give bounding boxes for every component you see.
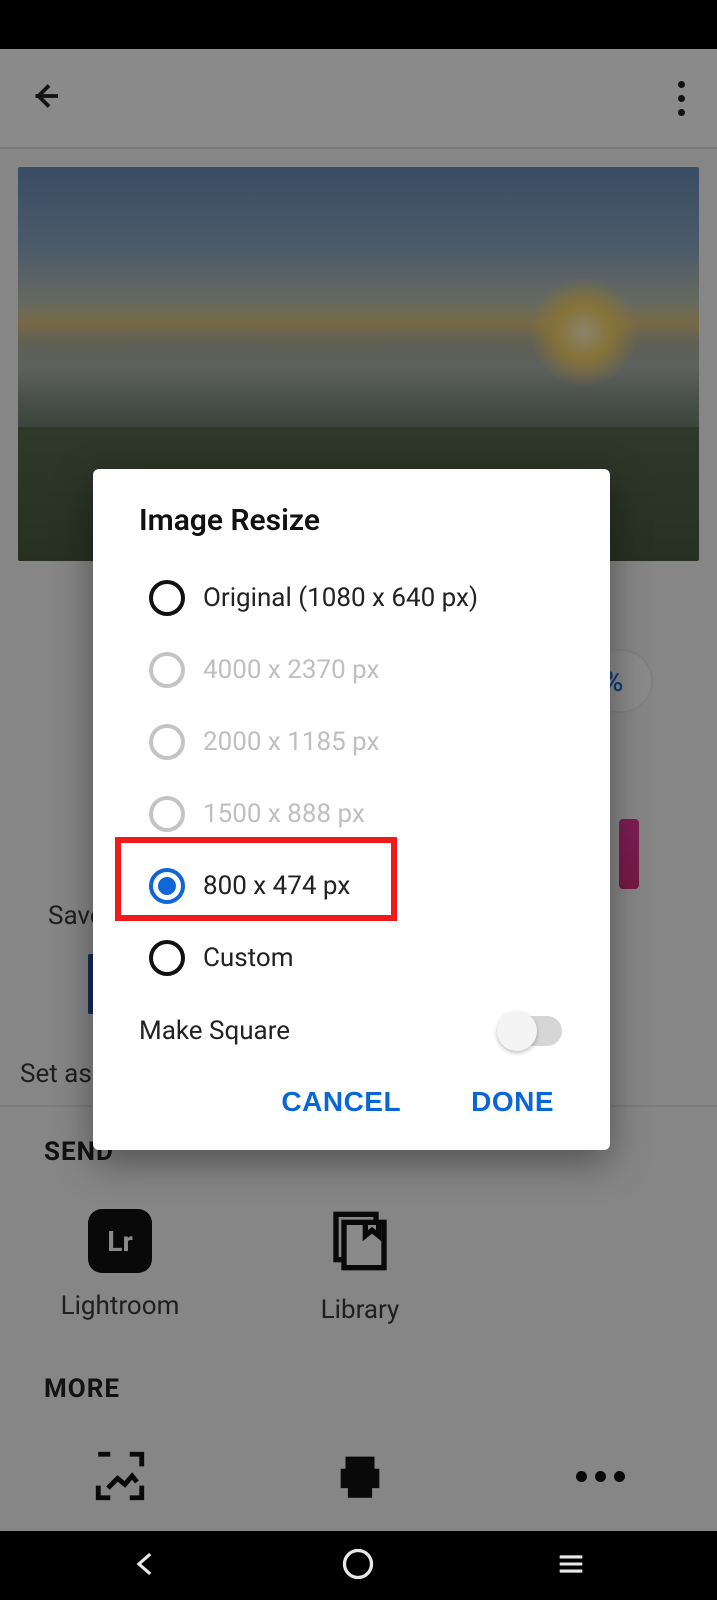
radio-disabled-icon — [149, 724, 185, 760]
radio-disabled-icon — [149, 652, 185, 688]
resize-option-4000: 4000 x 2370 px — [93, 634, 610, 706]
app-surface: % Save Set as p SEND Lr Lightroom Librar… — [0, 49, 717, 1531]
nav-back-icon[interactable] — [129, 1547, 163, 1585]
option-label: 1500 x 888 px — [203, 799, 365, 829]
resize-option-800[interactable]: 800 x 474 px — [93, 850, 610, 922]
option-label: Original (1080 x 640 px) — [203, 583, 478, 613]
radio-unchecked-icon — [149, 940, 185, 976]
make-square-row: Make Square — [93, 994, 610, 1056]
resize-option-custom[interactable]: Custom — [93, 922, 610, 994]
nav-recents-icon[interactable] — [554, 1547, 588, 1585]
resize-option-1500: 1500 x 888 px — [93, 778, 610, 850]
nav-home-icon[interactable] — [340, 1546, 376, 1586]
option-label: 800 x 474 px — [203, 871, 350, 901]
cancel-button[interactable]: CANCEL — [281, 1086, 401, 1118]
option-label: Custom — [203, 943, 294, 973]
resize-option-original[interactable]: Original (1080 x 640 px) — [93, 562, 610, 634]
option-label: 4000 x 2370 px — [203, 655, 379, 685]
resize-option-2000: 2000 x 1185 px — [93, 706, 610, 778]
dialog-actions: CANCEL DONE — [93, 1056, 610, 1132]
image-resize-dialog: Image Resize Original (1080 x 640 px) 40… — [93, 469, 610, 1150]
radio-checked-icon — [149, 868, 185, 904]
dialog-title: Image Resize — [93, 503, 610, 562]
make-square-label: Make Square — [139, 1016, 290, 1046]
status-bar — [0, 0, 717, 49]
done-button[interactable]: DONE — [471, 1086, 554, 1118]
system-nav-bar — [0, 1531, 717, 1600]
radio-disabled-icon — [149, 796, 185, 832]
make-square-toggle[interactable] — [500, 1016, 562, 1046]
option-label: 2000 x 1185 px — [203, 727, 379, 757]
radio-unchecked-icon — [149, 580, 185, 616]
